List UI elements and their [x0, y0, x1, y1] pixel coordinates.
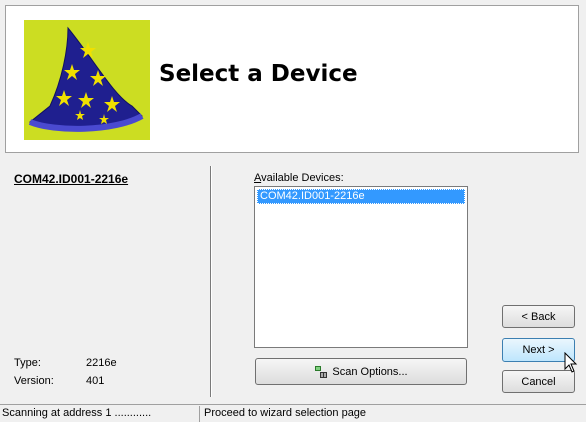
status-bar: Scanning at address 1 ............ Proce… [0, 404, 586, 422]
vertical-divider [210, 166, 212, 397]
version-value: 401 [86, 375, 105, 387]
type-value: 2216e [86, 357, 117, 369]
scan-options-button[interactable]: Scan Options... [255, 358, 467, 385]
back-button[interactable]: < Back [502, 305, 575, 328]
status-scanning: Scanning at address 1 ............ [2, 407, 152, 419]
available-devices-label: Available Devices: [254, 172, 344, 184]
status-message: Proceed to wizard selection page [204, 407, 367, 419]
mouse-cursor-icon [564, 351, 578, 377]
wizard-header: Select a Device [5, 5, 579, 153]
available-devices-list[interactable]: COM42.ID001-2216e [254, 186, 468, 348]
next-label: Next > [522, 344, 555, 356]
type-label: Type: [14, 357, 41, 369]
page-title: Select a Device [159, 61, 358, 87]
wizard-hat-icon [24, 20, 150, 140]
available-devices-label-text: vailable Devices: [261, 172, 344, 184]
status-separator [199, 406, 200, 422]
list-item[interactable]: COM42.ID001-2216e [257, 189, 465, 204]
scan-options-label: Scan Options... [332, 365, 408, 378]
scan-icon [314, 365, 328, 379]
back-label: < Back [521, 310, 556, 323]
cancel-label: Cancel [521, 375, 556, 388]
selected-device-name: COM42.ID001-2216e [14, 172, 129, 186]
version-label: Version: [14, 375, 54, 387]
